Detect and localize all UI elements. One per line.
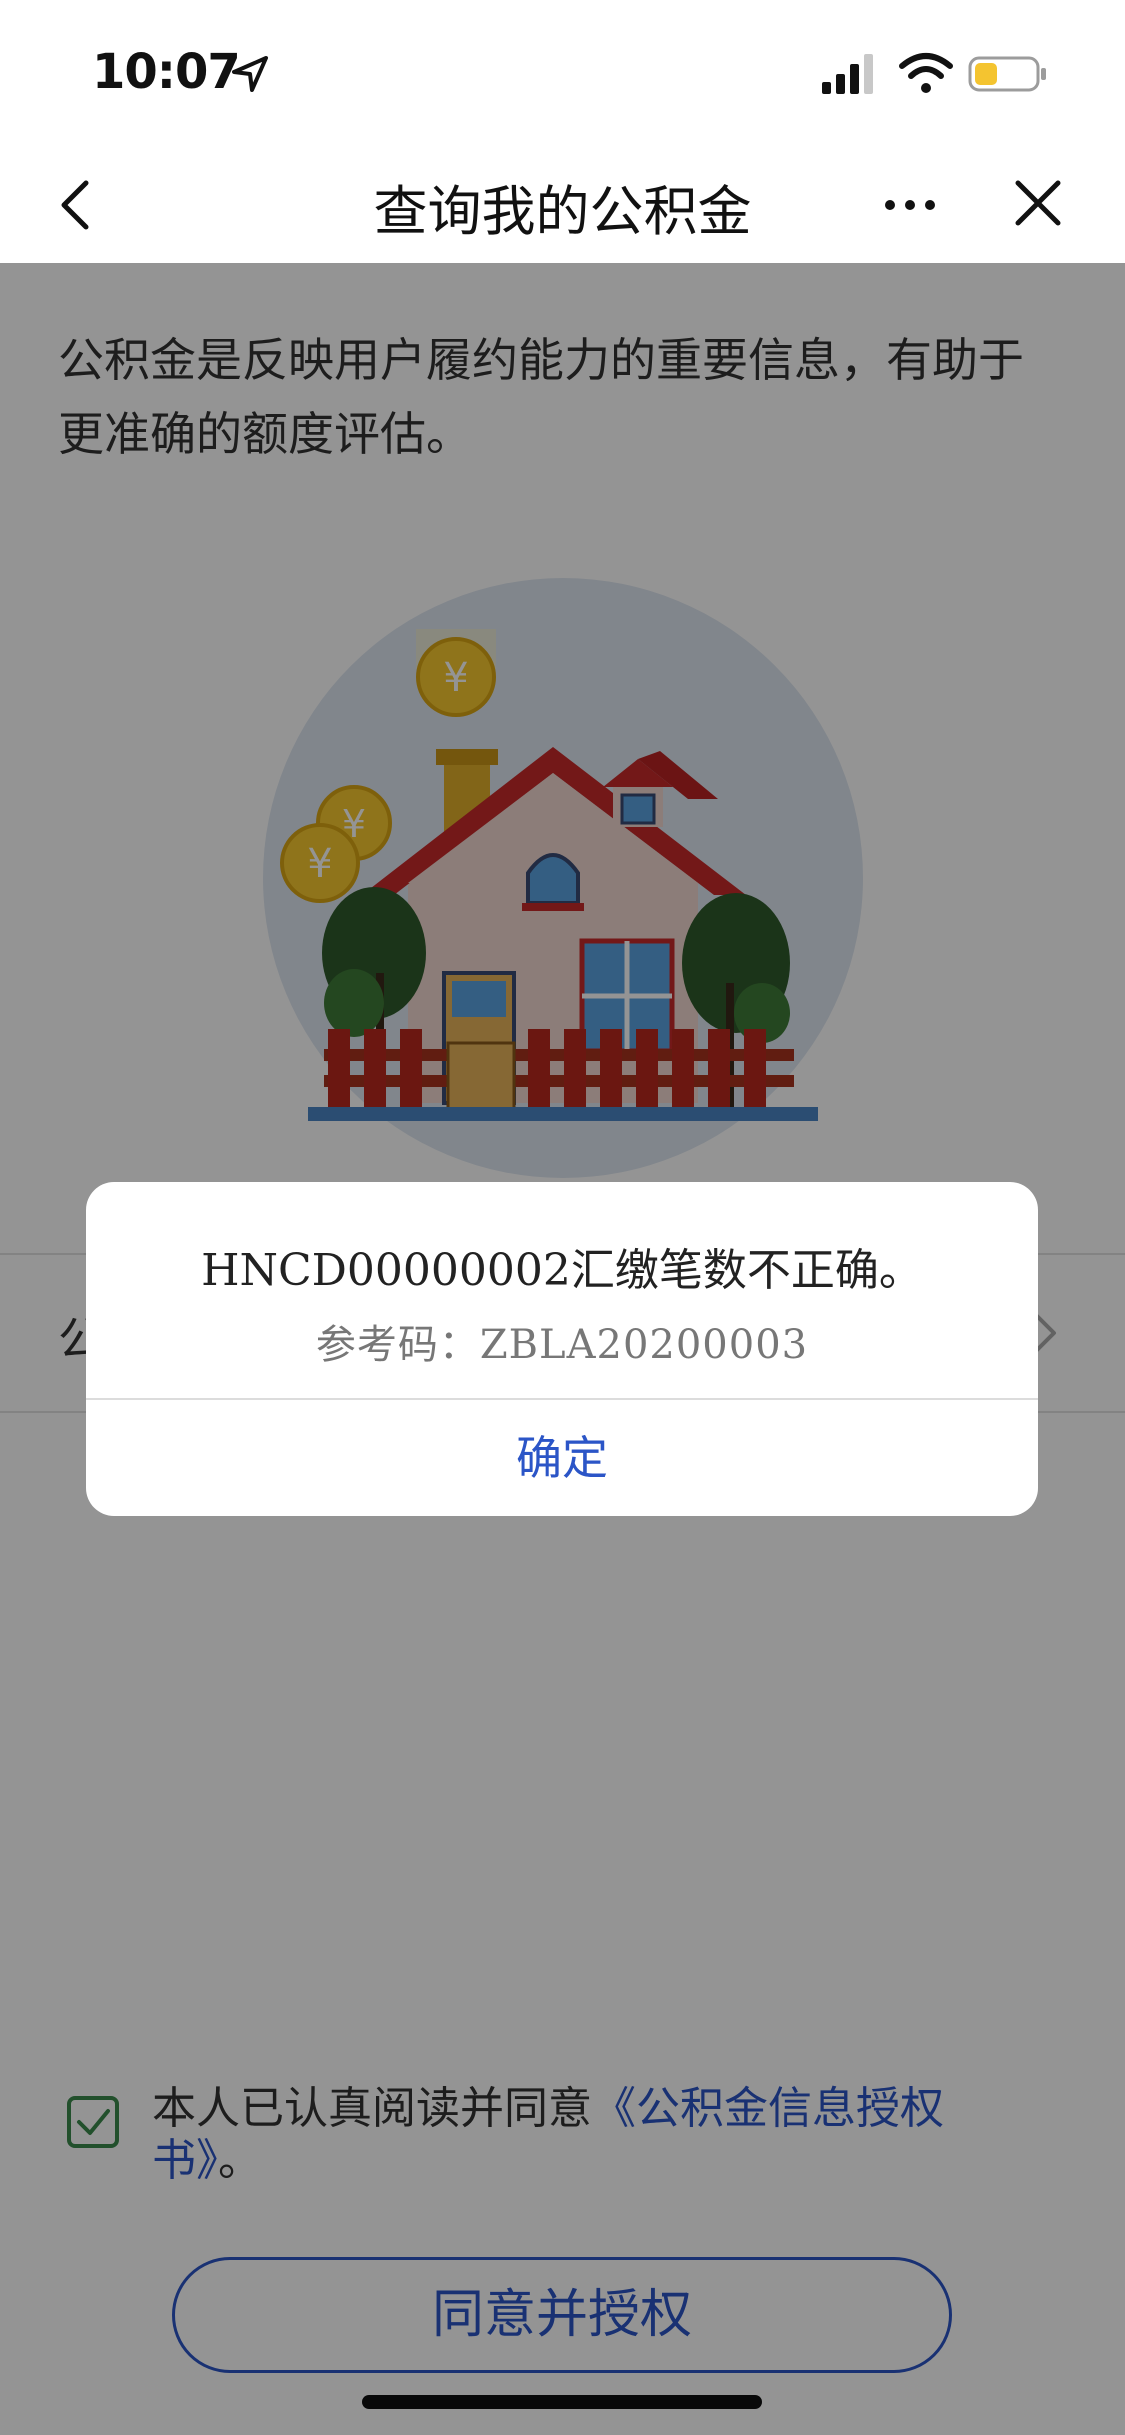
dialog-message: HNCD00000002汇缴笔数不正确。 bbox=[201, 1245, 923, 1296]
status-bar: 10:07 bbox=[0, 0, 1125, 145]
location-arrow-icon bbox=[232, 56, 268, 92]
page-title: 查询我的公积金 bbox=[373, 180, 752, 243]
nav-bar: 查询我的公积金 bbox=[0, 145, 1125, 263]
error-dialog: HNCD00000002汇缴笔数不正确。 参考码：ZBLA20200003 确定 bbox=[86, 1182, 1038, 1516]
status-time: 10:07 bbox=[92, 44, 241, 100]
dialog-reference-code: 参考码：ZBLA20200003 bbox=[315, 1322, 809, 1368]
wifi-icon bbox=[899, 53, 953, 93]
close-icon[interactable] bbox=[1010, 175, 1066, 231]
battery-icon bbox=[968, 56, 1046, 92]
more-options-icon[interactable] bbox=[880, 185, 940, 225]
confirm-button[interactable]: 确定 bbox=[86, 1400, 1038, 1516]
cellular-signal-icon bbox=[822, 54, 873, 94]
